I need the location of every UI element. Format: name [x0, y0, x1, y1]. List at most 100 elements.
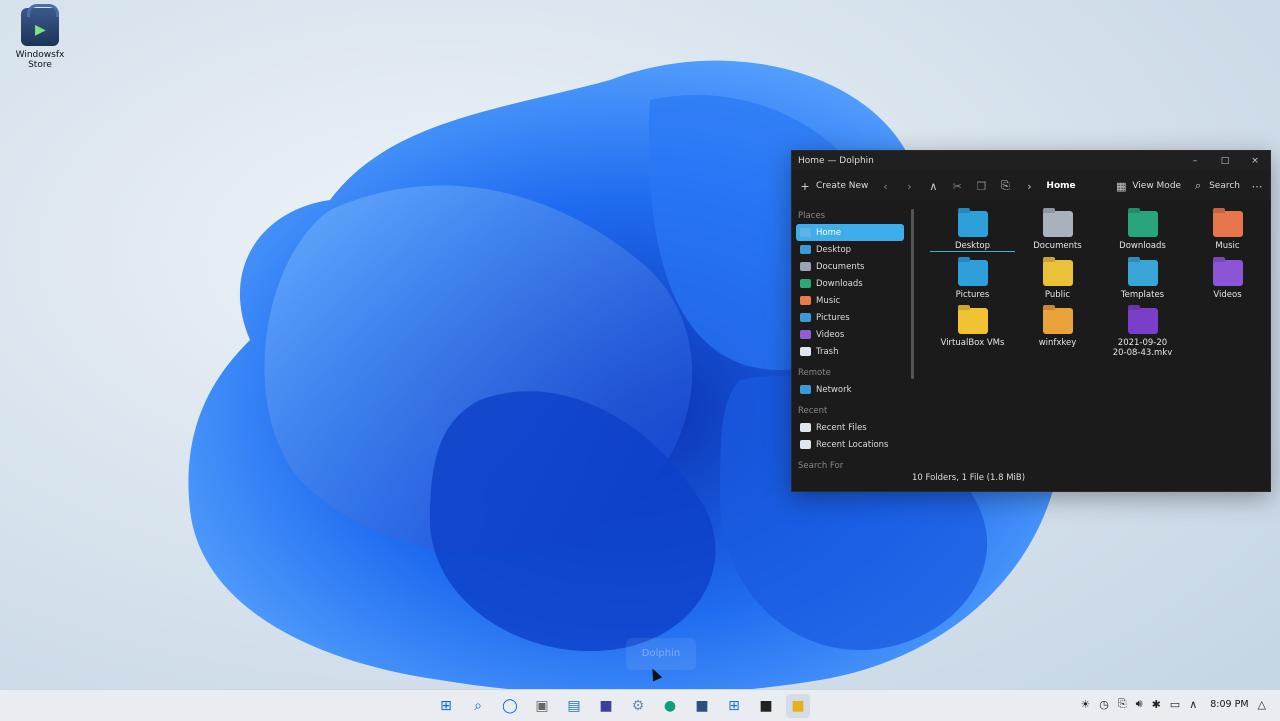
back-icon[interactable]: ‹ [878, 180, 892, 193]
widgets-icon[interactable]: ▤ [562, 694, 586, 718]
taskbar-preview-ghost: Dolphin [626, 638, 696, 670]
maximize-button[interactable]: □ [1210, 156, 1240, 166]
cut-icon[interactable]: ✂ [950, 180, 964, 193]
breadcrumb-home[interactable]: Home [1046, 181, 1104, 191]
file-item[interactable]: Public [1015, 260, 1100, 300]
start-icon[interactable]: ⊞ [434, 694, 458, 718]
place-item-label: Music [816, 295, 841, 306]
bluetooth-icon[interactable]: ✱ [1152, 698, 1161, 711]
teams-icon[interactable]: ■ [594, 694, 618, 718]
folder-icon [1212, 211, 1243, 237]
search-icon: ⌕ [1194, 179, 1202, 192]
desktop-icon-windowsfx-store[interactable]: ▶ Windowsfx Store [4, 4, 76, 70]
file-item[interactable]: Downloads [1100, 211, 1185, 252]
menu-icon[interactable]: ⋯ [1250, 180, 1264, 193]
file-item[interactable]: Videos [1185, 260, 1270, 300]
notification-icon[interactable]: △ [1258, 698, 1266, 711]
place-item-videos[interactable]: Videos [796, 326, 904, 343]
create-new-label: Create New [816, 181, 869, 191]
file-item[interactable]: Documents [1015, 211, 1100, 252]
file-view: Desktop Documents Downloads Music Pictures Pu… [910, 201, 1270, 489]
videos-icon [800, 330, 811, 339]
file-item-label: Music [1215, 241, 1240, 251]
folder-icon [1212, 260, 1243, 286]
place-item-label: Recent Files [816, 422, 867, 433]
file-item[interactable]: Templates [1100, 260, 1185, 300]
file-item-label: Documents [1033, 241, 1082, 251]
grid-icon: ▦ [1116, 179, 1127, 193]
place-item-pictures[interactable]: Pictures [796, 309, 904, 326]
minimize-button[interactable]: – [1180, 156, 1210, 166]
up-icon[interactable]: ∧ [926, 180, 940, 193]
copy-icon[interactable]: ❐ [974, 180, 988, 193]
chevron-up-icon[interactable]: ∧ [1189, 698, 1197, 711]
dolphin-window: Home — Dolphin – □ × + Create New ‹ › ∧ … [791, 150, 1271, 492]
file-item[interactable]: VirtualBox VMs [930, 308, 1015, 358]
settings-icon[interactable]: ⚙ [626, 694, 650, 718]
toolbar: + Create New ‹ › ∧ ✂ ❐ ⎘ › Home ▦ View M… [792, 171, 1270, 201]
breadcrumb-chevron-icon: › [1027, 179, 1032, 193]
task-view-icon[interactable]: ▣ [530, 694, 554, 718]
place-item-music[interactable]: Music [796, 292, 904, 309]
trash-icon [800, 347, 811, 356]
file-item-label: 2021-09-20 20-08-43.mkv [1112, 338, 1173, 358]
store-taskbar-icon[interactable]: ■ [690, 694, 714, 718]
folder-icon [957, 260, 988, 286]
folder-icon [957, 211, 988, 237]
place-item-documents[interactable]: Documents [796, 258, 904, 275]
desktop-icon [800, 245, 811, 254]
file-item[interactable]: Music [1185, 211, 1270, 252]
network-icon[interactable]: ▭ [1170, 698, 1180, 711]
windows-app-icon[interactable]: ⊞ [722, 694, 746, 718]
place-item-network[interactable]: Network [796, 381, 904, 398]
downloads-icon [800, 279, 811, 288]
place-item-recent-locations[interactable]: Recent Locations [796, 436, 904, 453]
place-item-downloads[interactable]: Downloads [796, 275, 904, 292]
file-item[interactable]: 2021-09-20 20-08-43.mkv [1100, 308, 1185, 358]
file-item[interactable]: Pictures [930, 260, 1015, 300]
view-mode-button[interactable]: ▦ View Mode [1114, 180, 1181, 193]
plus-icon: + [800, 179, 810, 193]
file-item[interactable]: winfxkey [1015, 308, 1100, 358]
place-item-home[interactable]: Home [796, 224, 904, 241]
recent-header: Recent [798, 406, 828, 416]
edge-icon[interactable]: ● [658, 694, 682, 718]
search-taskbar-icon[interactable]: ⌕ [466, 694, 490, 718]
place-item-label: Downloads [816, 278, 863, 289]
clock-update-icon[interactable]: ◷ [1099, 698, 1109, 711]
window-title: Home — Dolphin [798, 156, 874, 166]
cortana-icon[interactable]: ◯ [498, 694, 522, 718]
documents-icon [800, 262, 811, 271]
paste-icon[interactable]: ⎘ [998, 179, 1012, 193]
file-item-label: Public [1044, 290, 1071, 300]
remote-header: Remote [798, 368, 831, 378]
clock-time[interactable]: 8:09 PM [1210, 699, 1248, 710]
dolphin-taskbar-icon[interactable]: ■ [786, 694, 810, 718]
forward-icon[interactable]: › [902, 180, 916, 193]
search-for-header: Search For [798, 461, 844, 471]
place-item-trash[interactable]: Trash [796, 343, 904, 360]
system-tray: ☀ ◷ ⎘ 🔊︎ ✱ ▭ ∧ 8:09 PM △ [1080, 697, 1266, 711]
close-button[interactable]: × [1240, 156, 1270, 166]
file-item[interactable]: Desktop [930, 211, 1015, 252]
place-item-desktop[interactable]: Desktop [796, 241, 904, 258]
folder-icon [957, 308, 988, 334]
window-titlebar[interactable]: Home — Dolphin – □ × [792, 151, 1270, 171]
brightness-icon[interactable]: ☀ [1080, 698, 1090, 711]
volume-icon[interactable]: 🔊︎ [1136, 697, 1143, 711]
network-icon [800, 385, 811, 394]
folder-icon [1127, 211, 1158, 237]
file-item-label: Templates [1120, 290, 1165, 300]
place-item-recent-files[interactable]: Recent Files [796, 419, 904, 436]
terminal-icon[interactable]: ■ [754, 694, 778, 718]
file-item-label: Desktop [930, 241, 1015, 252]
places-header: Places [798, 211, 826, 221]
place-item-label: Documents [816, 261, 865, 272]
file-item-label: Videos [1213, 290, 1242, 300]
place-item-label: Network [816, 384, 852, 395]
store-icon: ▶ [21, 4, 59, 46]
place-item-label: Desktop [816, 244, 852, 255]
search-button[interactable]: ⌕ Search [1191, 179, 1240, 193]
create-new-button[interactable]: + Create New [798, 180, 868, 193]
clipboard-icon[interactable]: ⎘ [1118, 697, 1127, 711]
